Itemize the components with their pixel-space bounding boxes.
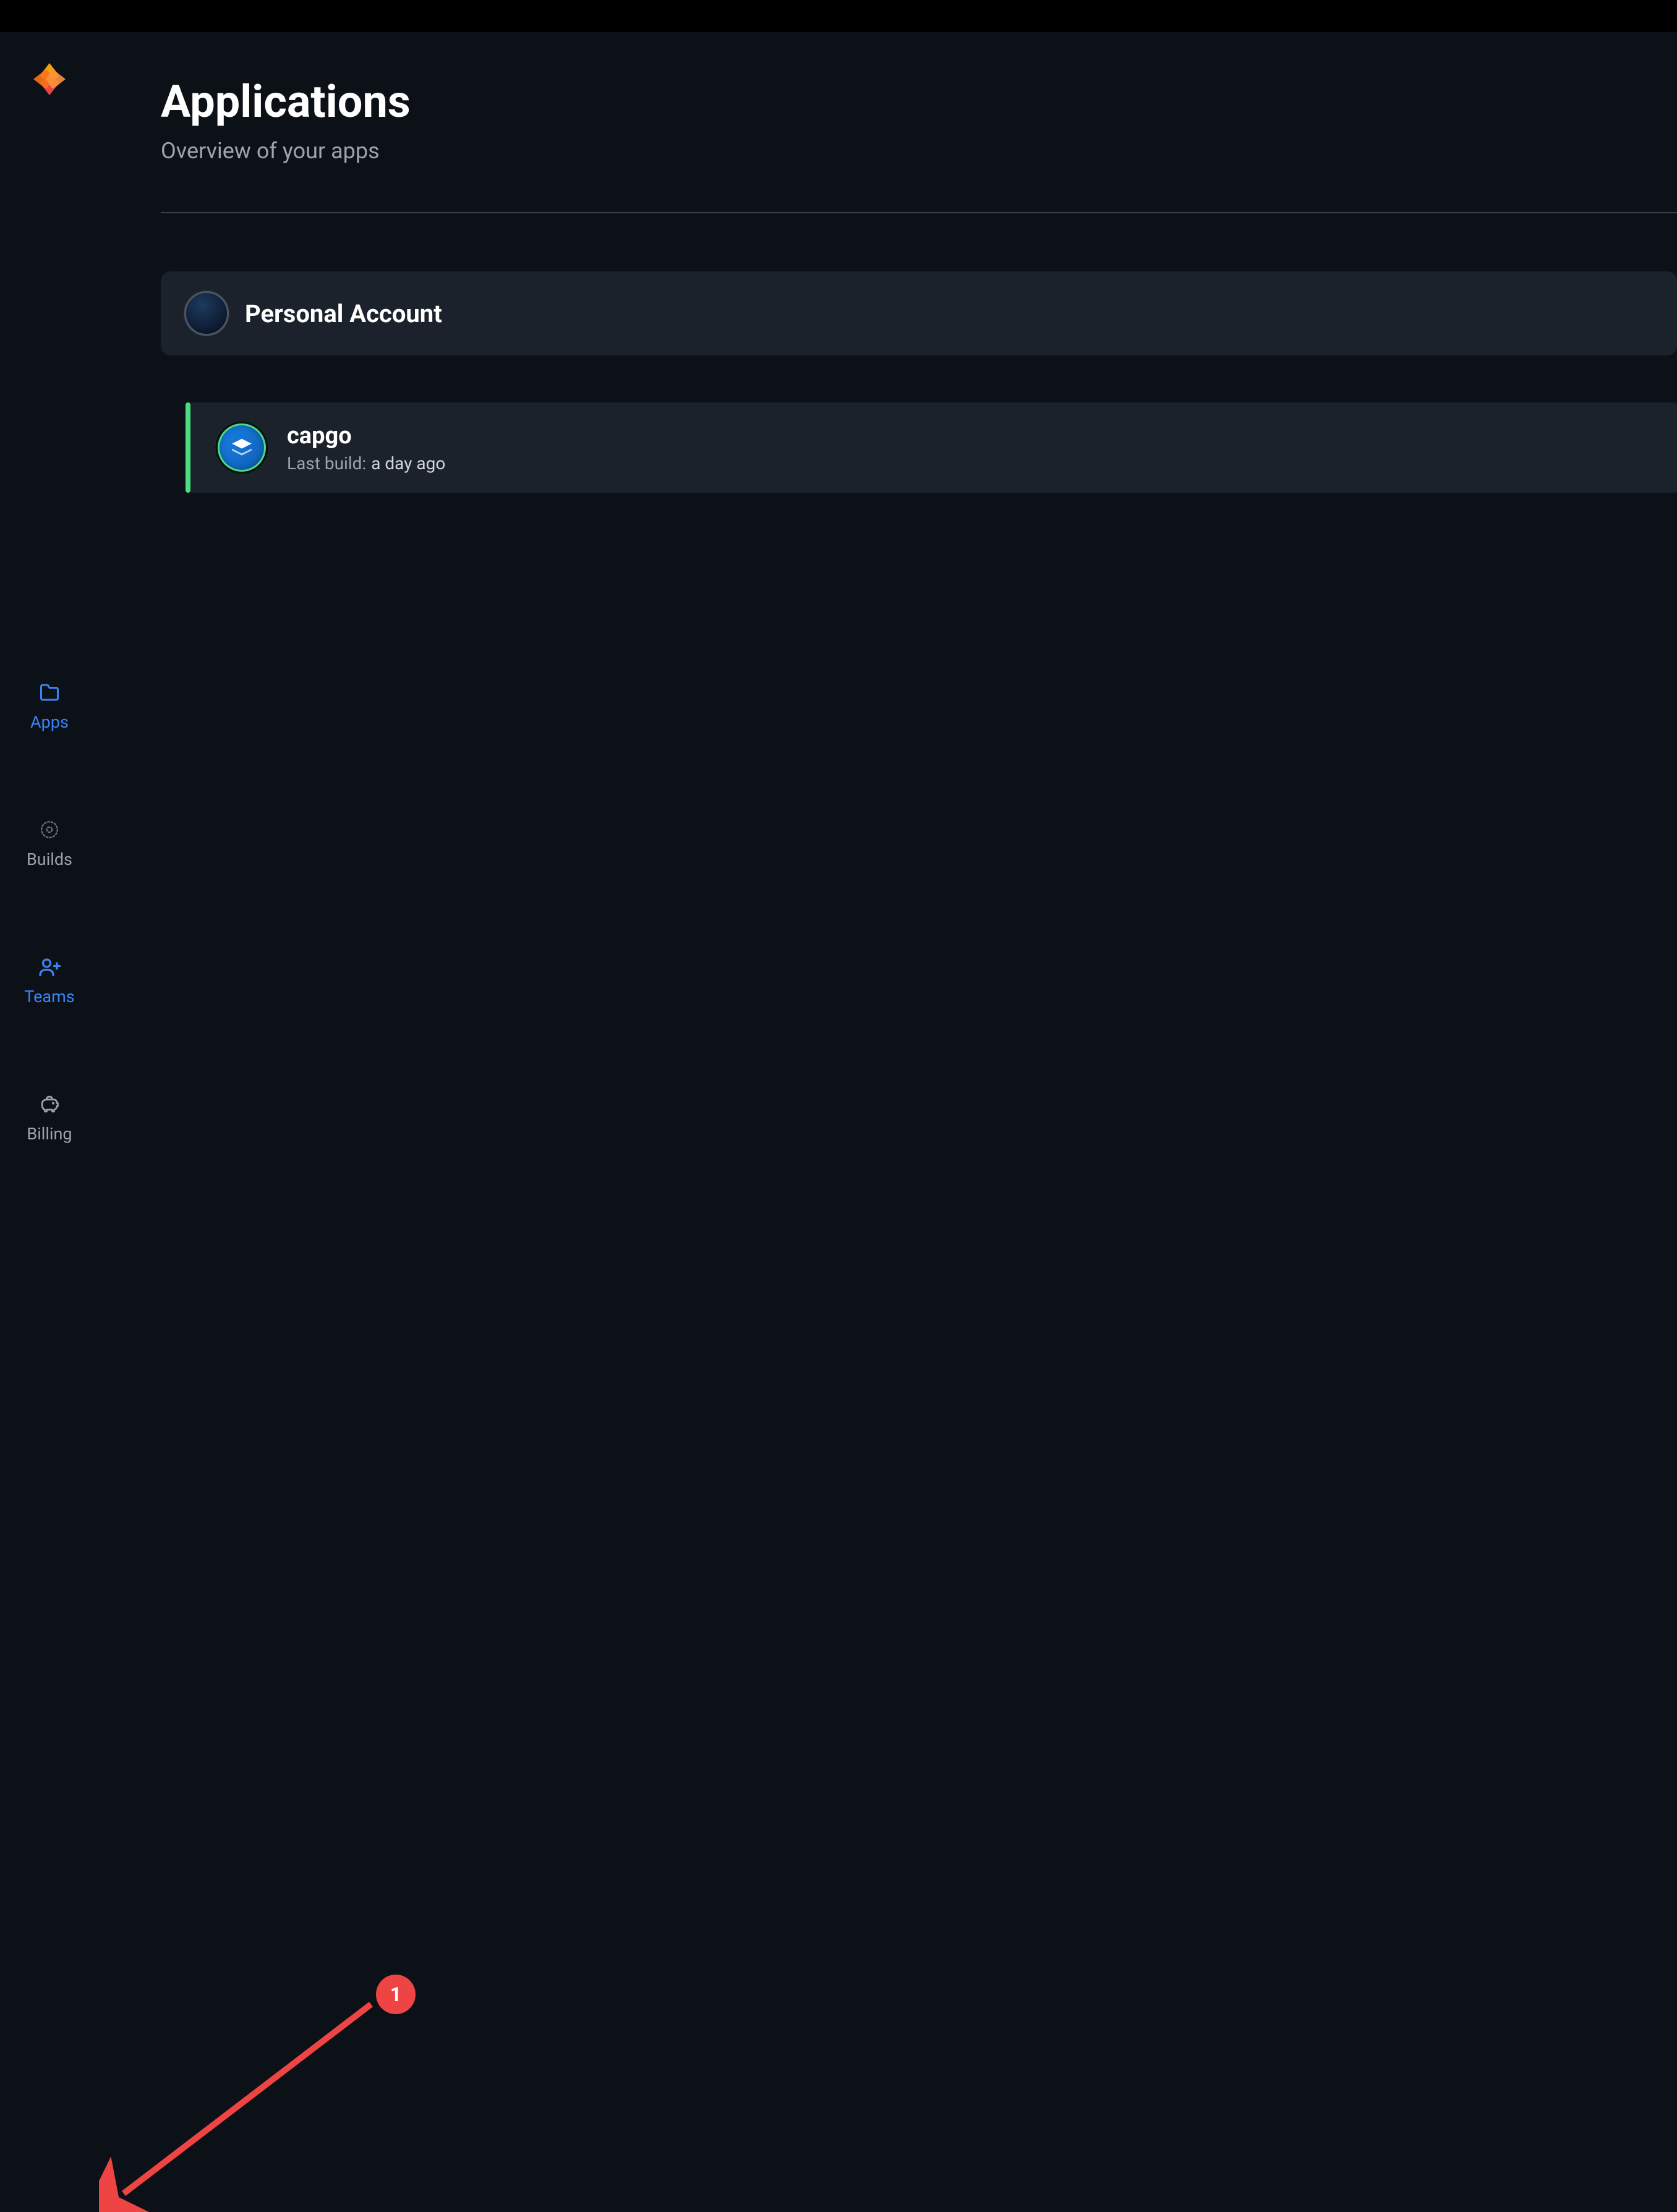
logo-icon [30, 59, 69, 99]
annotation-badge: 1 [376, 1975, 416, 2014]
logo[interactable] [30, 59, 69, 99]
sidebar-item-label: Builds [27, 849, 72, 869]
account-card[interactable]: Personal Account [161, 271, 1677, 355]
sidebar: Apps Builds [0, 32, 99, 1272]
sidebar-item-billing[interactable]: Billing [27, 1092, 72, 1144]
page-title: Applications [161, 75, 1677, 128]
sidebar-item-label: Teams [24, 987, 74, 1006]
gear-icon [37, 817, 62, 842]
annotation-number: 1 [390, 1983, 401, 2006]
last-build-value: a day ago [371, 453, 445, 474]
sidebar-item-teams[interactable]: Teams [24, 955, 74, 1006]
sidebar-item-apps[interactable]: Apps [30, 680, 69, 732]
sidebar-item-label: Billing [27, 1124, 72, 1144]
folder-icon [37, 680, 62, 705]
page-subtitle: Overview of your apps [161, 138, 1677, 164]
top-bar [0, 0, 1677, 32]
people-icon [37, 955, 62, 979]
last-build-label: Last build: [287, 453, 366, 474]
layers-icon [220, 425, 264, 470]
sidebar-item-label: Apps [30, 712, 69, 732]
piggy-icon [37, 1092, 62, 1117]
app-info: capgo Last build: a day ago [287, 422, 445, 474]
avatar [184, 291, 229, 336]
app-name: capgo [287, 422, 445, 449]
app-icon [215, 421, 268, 474]
app-meta: Last build: a day ago [287, 453, 445, 474]
account-name: Personal Account [245, 299, 442, 328]
app-container: Apps Builds [0, 32, 1677, 1272]
divider [161, 212, 1677, 213]
app-card[interactable]: capgo Last build: a day ago [189, 402, 1677, 493]
sidebar-nav: Apps Builds [24, 680, 74, 1144]
annotation-arrow [99, 1989, 383, 2212]
main-content: Applications Overview of your apps Perso… [99, 32, 1677, 1272]
sidebar-item-builds[interactable]: Builds [27, 817, 72, 869]
